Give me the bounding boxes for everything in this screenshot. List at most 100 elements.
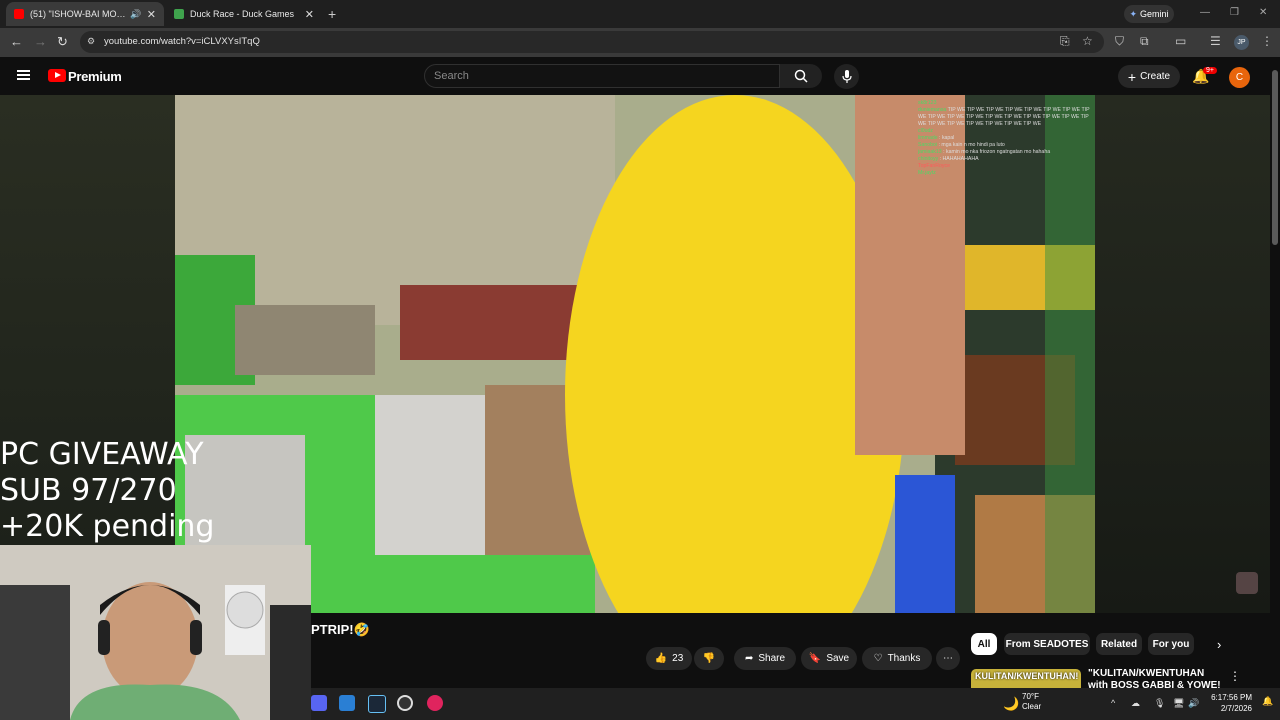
bookmark-icon: 🔖: [808, 653, 822, 664]
microphone-icon: [841, 69, 852, 83]
streamer-webcam-image: [0, 545, 311, 720]
search-input[interactable]: [424, 64, 780, 88]
weather-widget[interactable]: 70°F Clear: [1022, 692, 1041, 712]
kebab-menu-icon[interactable]: ⋮: [1261, 34, 1273, 48]
install-app-icon[interactable]: ⎘: [1060, 34, 1070, 49]
search-placeholder: Search: [434, 70, 469, 82]
chat-line: Sanoboi : mga kain n mo hindi pa luto: [918, 142, 1005, 148]
gemini-button[interactable]: ✦ Gemini: [1124, 5, 1174, 23]
voice-search-button[interactable]: [834, 64, 859, 89]
chat-line: cl0udz: [918, 128, 933, 134]
youtube-logo-icon[interactable]: [48, 69, 66, 82]
back-icon[interactable]: ←: [10, 34, 23, 49]
url-text[interactable]: youtube.com/watch?v=iCLVXYsITqQ: [104, 36, 260, 47]
chat-line: jamiaak13 : kamin mo nka friozon ngatnga…: [918, 149, 1051, 155]
like-button[interactable]: 👍 23: [646, 647, 692, 670]
network-icon[interactable]: 🖥: [1173, 698, 1184, 709]
chat-line: chinitoyy : HAHAHAHAHA: [918, 156, 979, 162]
site-info-icon[interactable]: ⚙: [87, 36, 95, 47]
extensions-icon[interactable]: ⧉: [1140, 34, 1149, 49]
tab-search-icon[interactable]: ▭: [1175, 34, 1186, 48]
chip-for-you[interactable]: For you: [1148, 633, 1194, 655]
bookmark-star-icon[interactable]: ☆: [1082, 34, 1093, 48]
search-button[interactable]: [780, 64, 822, 88]
minimize-icon[interactable]: —: [1200, 7, 1210, 18]
recommendation-more-icon[interactable]: ⋮: [1229, 669, 1241, 683]
youtube-icon: [14, 9, 24, 19]
save-label: Save: [826, 653, 850, 664]
mascot-icon: [1236, 572, 1258, 594]
hamburger-menu-icon[interactable]: [17, 70, 30, 80]
system-clock[interactable]: 6:17:56 PM 2/7/2026: [1200, 692, 1252, 714]
share-arrow-icon: ➦: [744, 653, 754, 664]
media-player-icon[interactable]: [427, 695, 443, 711]
sparkle-icon: ✦: [1129, 8, 1138, 19]
chevron-right-icon[interactable]: ›: [1217, 637, 1221, 652]
gemini-label: Gemini: [1140, 9, 1169, 19]
steam-icon[interactable]: [368, 695, 386, 713]
chat-line: sk8r123: [918, 100, 937, 106]
discord-icon[interactable]: [311, 695, 327, 711]
giveaway-line: PC GIVEAWAY: [0, 437, 204, 472]
tray-overflow-icon[interactable]: ^: [1111, 698, 1115, 708]
chip-all[interactable]: All: [971, 633, 997, 655]
cloud-icon[interactable]: ☁: [1131, 698, 1140, 709]
scrollbar-thumb[interactable]: [1272, 70, 1278, 245]
obs-icon[interactable]: [397, 695, 413, 711]
close-tab-icon[interactable]: ✕: [147, 8, 156, 21]
thumbs-up-icon: 👍: [654, 653, 668, 664]
thumbnail-text: KULITAN/KWENTUHAN!: [975, 671, 1079, 681]
chat-line: duniemansa TIP WE TIP WE TIP WE TIP WE T…: [918, 107, 1090, 127]
notification-center-icon[interactable]: 🔔: [1262, 696, 1273, 707]
thanks-label: Thanks: [887, 653, 921, 664]
new-tab-icon[interactable]: +: [328, 6, 336, 22]
notifications-badge: 9+: [1203, 67, 1217, 74]
share-button[interactable]: ➦ Share: [734, 647, 796, 670]
close-tab-icon[interactable]: ✕: [305, 8, 314, 21]
more-horizontal-icon: ⋯: [943, 653, 953, 664]
account-avatar[interactable]: C: [1229, 67, 1250, 88]
speaker-icon[interactable]: 🔊: [130, 9, 141, 20]
chip-from-seadotes[interactable]: From SEADOTES: [1004, 633, 1090, 655]
stream-background-right: [1095, 95, 1270, 613]
maximize-icon[interactable]: ❐: [1230, 7, 1239, 18]
plus-icon: +: [1127, 68, 1137, 85]
create-label: Create: [1140, 71, 1171, 82]
close-window-icon[interactable]: ✕: [1259, 7, 1267, 18]
chat-line: TopFanRoyce: [918, 163, 951, 169]
giveaway-overlay: PC GIVEAWAY SUB 97/270 +20K pending: [0, 437, 214, 545]
thanks-heart-dollar-icon: ♡: [873, 653, 883, 664]
chat-line: limmade : kapal: [918, 135, 955, 141]
thanks-button[interactable]: ♡ Thanks: [862, 647, 932, 670]
reload-icon[interactable]: ↻: [57, 34, 68, 50]
notepad-icon[interactable]: [339, 695, 355, 711]
dislike-button[interactable]: 👎: [694, 647, 724, 670]
recommendation-title[interactable]: "KULITAN/KWENTUHAN with BOSS GABBI & YOW…: [1088, 668, 1223, 690]
more-actions-button[interactable]: ⋯: [936, 647, 960, 670]
youtube-premium-logo-text[interactable]: Premium: [68, 69, 122, 84]
moon-weather-icon: 🌙: [1003, 696, 1020, 711]
video-title: PTRIP!🤣: [311, 622, 370, 637]
chip-related[interactable]: Related: [1096, 633, 1142, 655]
reading-list-icon[interactable]: ☰: [1210, 34, 1221, 48]
profile-avatar[interactable]: JP: [1234, 35, 1249, 50]
giveaway-line: +20K pending: [0, 509, 215, 544]
tab-youtube[interactable]: (51) "ISHOW-BAI MODE NA 🔊 ✕: [6, 2, 164, 26]
weather-temp: 70°F: [1022, 692, 1039, 701]
thumbs-down-icon: 👎: [702, 653, 716, 664]
webcam-overlay: [0, 545, 311, 720]
clock-time: 6:17:56 PM: [1211, 693, 1252, 702]
create-button[interactable]: + Create: [1118, 65, 1180, 88]
save-button[interactable]: 🔖 Save: [801, 647, 857, 670]
browser-tab-strip: (51) "ISHOW-BAI MODE NA 🔊 ✕ Duck Race - …: [0, 0, 1280, 28]
clock-date: 2/7/2026: [1220, 704, 1252, 713]
giveaway-line: SUB 97/270: [0, 473, 177, 508]
search-icon: [794, 69, 808, 83]
shield-icon[interactable]: ⛉: [1115, 34, 1124, 49]
weather-condition: Clear: [1022, 702, 1042, 711]
mic-tray-icon[interactable]: 🎙: [1154, 698, 1165, 709]
forward-icon[interactable]: →: [34, 34, 47, 49]
volume-icon[interactable]: 🔊: [1188, 698, 1199, 709]
live-chat-overlay: sk8r123 duniemansa TIP WE TIP WE TIP WE …: [918, 100, 1094, 177]
tab-duck-race[interactable]: Duck Race - Duck Games ✕: [166, 2, 322, 26]
